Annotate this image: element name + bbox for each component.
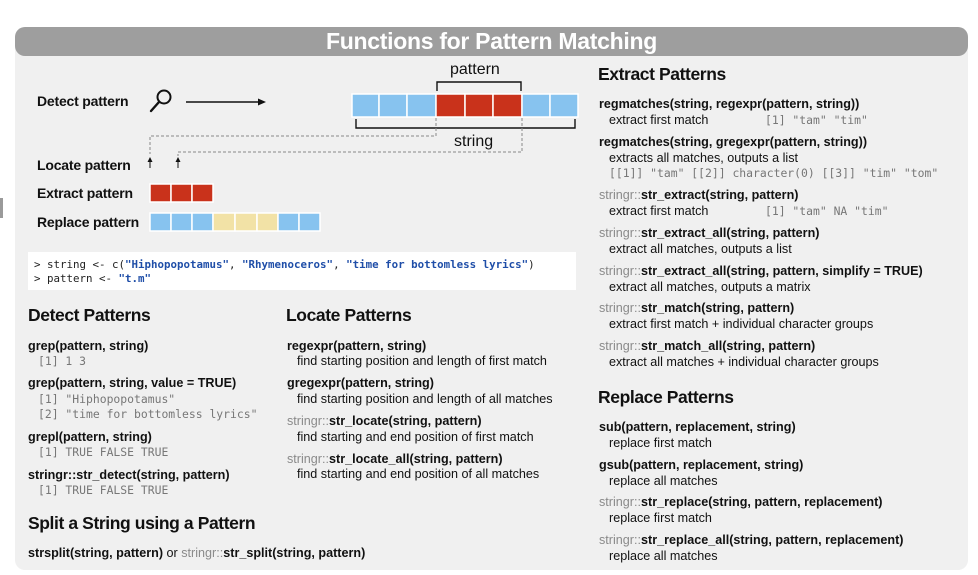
str-match-signature: stringr::str_match(string, pattern): [599, 301, 794, 315]
function-signature: str_replace_all(string, pattern, replace…: [641, 533, 904, 547]
code-string: "time for bottomless lyrics": [346, 258, 529, 271]
locate-heading: Locate Patterns: [286, 305, 412, 325]
string-boxes: [351, 93, 579, 118]
sub-description: replace first match: [609, 436, 712, 450]
strsplit-signature: strsplit(string, pattern): [28, 546, 164, 560]
function-signature: str_locate_all(string, pattern): [329, 452, 503, 466]
extract-boxes: [149, 183, 214, 203]
function-signature: str_extract_all(string, pattern): [641, 226, 820, 240]
grep-value-output-2: [2] "time for bottomless lyrics": [38, 407, 258, 421]
regmatches-gregexpr-description: extracts all matches, outputs a list: [609, 151, 798, 165]
grep-output: [1] 1 3: [38, 354, 87, 368]
row-label-detect: Detect pattern: [37, 93, 129, 109]
grep-value-output-1: [1] "Hiphopopotamus": [38, 392, 176, 406]
code-line-1: > string <- c("Hiphopopotamus", "Rhymeno…: [34, 258, 535, 271]
str-extract-description: extract first match: [609, 204, 709, 218]
str-extract-all-simplify-signature: stringr::str_extract_all(string, pattern…: [599, 264, 923, 278]
regmatches-regexpr-description: extract first match: [609, 113, 709, 127]
split-signatures: strsplit(string, pattern) or stringr::st…: [28, 546, 365, 560]
gsub-description: replace all matches: [609, 474, 718, 488]
pattern-label: pattern: [450, 61, 500, 78]
regexpr-signature: regexpr(pattern, string): [287, 339, 427, 353]
package-prefix: stringr::: [599, 188, 641, 202]
str-detect-output: [1] TRUE FALSE TRUE: [38, 483, 169, 497]
str-replace-description: replace first match: [609, 511, 712, 525]
str-split-signature: str_split(string, pattern): [223, 546, 366, 560]
package-prefix: stringr::: [599, 339, 641, 353]
code-text: ,: [333, 258, 347, 271]
str-replace-all-description: replace all matches: [609, 549, 718, 563]
str-extract-all-description: extract all matches, outputs a list: [609, 242, 792, 256]
gregexpr-description: find starting position and length of all…: [297, 392, 553, 406]
regmatches-gregexpr-signature: regmatches(string, gregexpr(pattern, str…: [599, 135, 868, 149]
package-prefix: stringr::: [287, 414, 329, 428]
str-extract-all-signature: stringr::str_extract_all(string, pattern…: [599, 226, 819, 240]
regexpr-description: find starting position and length of fir…: [297, 354, 547, 368]
grep-signature: grep(pattern, string): [28, 339, 149, 353]
pattern-bracket: [436, 81, 522, 91]
replace-heading: Replace Patterns: [598, 387, 734, 407]
function-signature: str_extract_all(string, pattern, simplif…: [641, 264, 923, 278]
package-prefix: stringr::: [287, 452, 329, 466]
code-text: ): [528, 258, 535, 271]
grepl-output: [1] TRUE FALSE TRUE: [38, 445, 169, 459]
str-match-all-signature: stringr::str_match_all(string, pattern): [599, 339, 815, 353]
row-label-replace: Replace pattern: [37, 214, 140, 230]
str-locate-signature: stringr::str_locate(string, pattern): [287, 414, 482, 428]
function-signature: str_match_all(string, pattern): [641, 339, 816, 353]
str-replace-all-signature: stringr::str_replace_all(string, pattern…: [599, 533, 903, 547]
code-text: ,: [229, 258, 243, 271]
sub-signature: sub(pattern, replacement, string): [599, 420, 796, 434]
function-signature: str_extract(string, pattern): [641, 188, 799, 202]
package-prefix: stringr::: [599, 495, 641, 509]
gregexpr-signature: gregexpr(pattern, string): [287, 376, 434, 390]
grep-value-signature: grep(pattern, string, value = TRUE): [28, 376, 237, 390]
str-extract-all-simplify-description: extract all matches, outputs a matrix: [609, 280, 811, 294]
row-label-extract: Extract pattern: [37, 185, 133, 201]
regmatches-regexpr-signature: regmatches(string, regexpr(pattern, stri…: [599, 97, 860, 111]
code-string: "t.m": [118, 272, 152, 285]
magnifier-icon: [149, 89, 172, 113]
gsub-signature: gsub(pattern, replacement, string): [599, 458, 804, 472]
regmatches-gregexpr-output: [[1]] "tam" [[2]] character(0) [[3]] "ti…: [609, 166, 939, 180]
str-replace-signature: stringr::str_replace(string, pattern, re…: [599, 495, 882, 509]
replace-boxes: [149, 212, 321, 232]
package-prefix: stringr::: [599, 264, 641, 278]
row-label-locate: Locate pattern: [37, 157, 131, 173]
function-signature: str_locate(string, pattern): [329, 414, 482, 428]
str-extract-output: [1] "tam" NA "tim": [765, 204, 889, 218]
package-prefix: stringr::: [181, 546, 224, 560]
code-string: "Rhymenoceros": [242, 258, 334, 271]
str-locate-description: find starting and end position of first …: [297, 430, 534, 444]
str-match-all-description: extract all matches + individual charact…: [609, 355, 879, 369]
string-bracket: [355, 119, 576, 129]
locate-start-connector: [149, 118, 437, 154]
up-arrow-icon: [175, 157, 181, 168]
package-prefix: stringr::: [28, 468, 77, 482]
string-label: string: [454, 133, 494, 150]
or-text: or: [163, 546, 182, 560]
code-text: > string <- c(: [34, 258, 126, 271]
str-detect-signature: stringr::str_detect(string, pattern): [28, 468, 230, 482]
str-locate-all-description: find starting and end position of all ma…: [297, 467, 540, 481]
up-arrow-icon: [147, 157, 153, 168]
package-prefix: stringr::: [599, 301, 641, 315]
str-match-description: extract first match + individual charact…: [609, 317, 874, 331]
str-locate-all-signature: stringr::str_locate_all(string, pattern): [287, 452, 503, 466]
package-prefix: stringr::: [599, 226, 641, 240]
detect-heading: Detect Patterns: [28, 305, 151, 325]
regmatches-regexpr-output: [1] "tam" "tim": [765, 113, 868, 127]
package-prefix: stringr::: [599, 533, 641, 547]
grepl-signature: grepl(pattern, string): [28, 430, 152, 444]
split-heading: Split a String using a Pattern: [28, 513, 256, 533]
function-signature: str_match(string, pattern): [641, 301, 795, 315]
function-signature: str_replace(string, pattern, replacement…: [641, 495, 883, 509]
code-line-2: > pattern <- "t.m": [34, 272, 151, 285]
right-arrow-icon: [186, 98, 266, 106]
extract-heading: Extract Patterns: [598, 64, 726, 84]
code-text: > pattern <-: [34, 272, 119, 285]
str-extract-signature: stringr::str_extract(string, pattern): [599, 188, 798, 202]
code-string: "Hiphopopotamus": [125, 258, 230, 271]
function-signature: str_detect(string, pattern): [76, 468, 230, 482]
